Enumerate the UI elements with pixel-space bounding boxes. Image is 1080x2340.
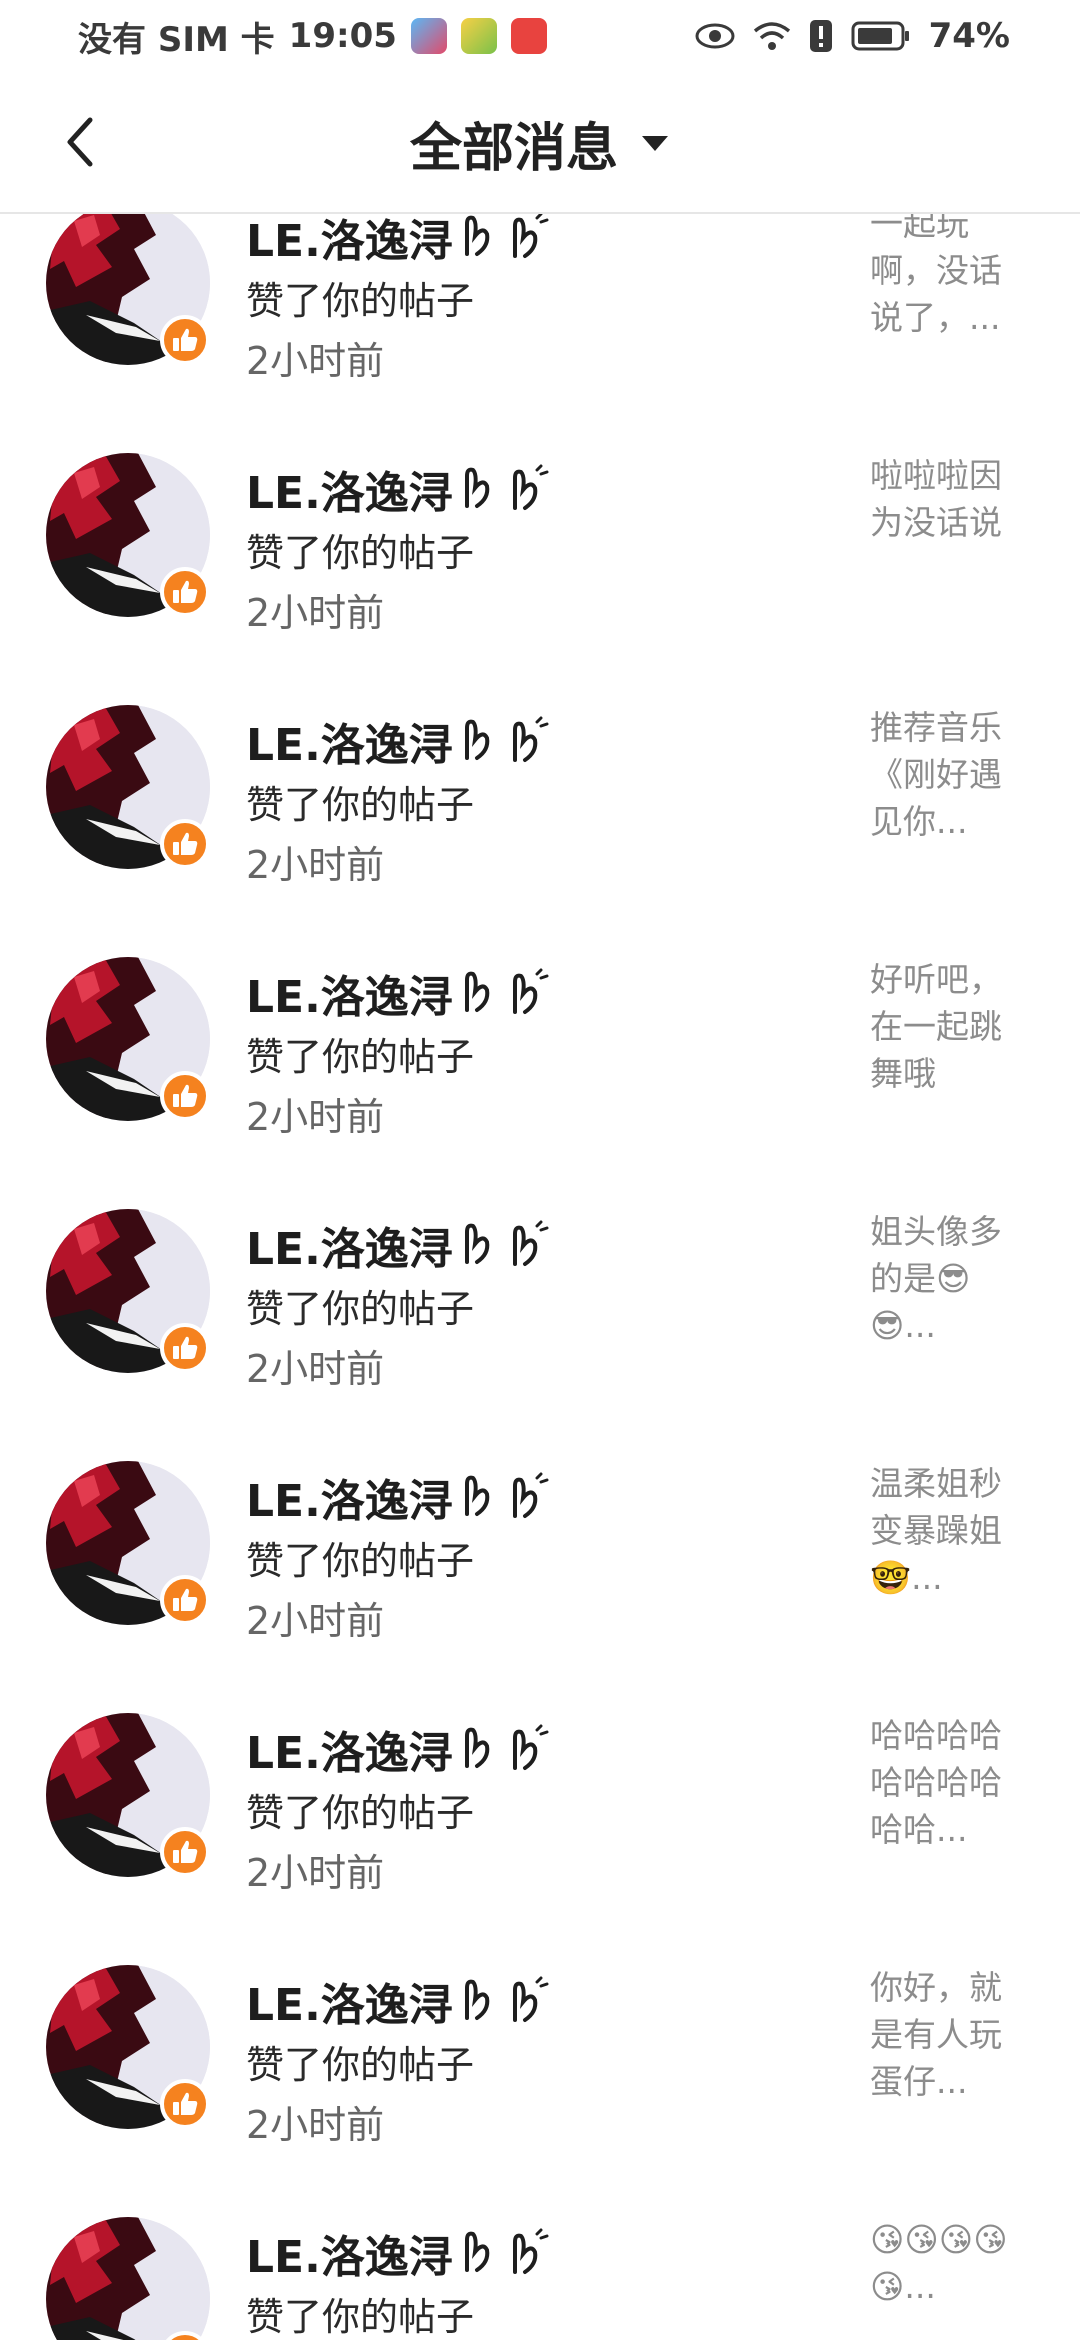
bunny-ears-emoji-icon xyxy=(464,1472,549,1518)
like-badge xyxy=(160,1575,210,1625)
thumbs-up-icon xyxy=(173,580,198,603)
bunny-ears-emoji-icon xyxy=(464,1220,549,1266)
notification-item[interactable]: LE.洛逸浔 赞了你的帖子 2小时前 温柔姐秒变暴躁姐🤓... xyxy=(0,1410,1080,1662)
wifi-icon xyxy=(753,22,790,50)
notification-item[interactable]: LE.洛逸浔 赞了你的帖子 2小时前 推荐音乐《刚好遇见你... xyxy=(0,654,1080,906)
timestamp: 2小时前 xyxy=(246,2103,385,2147)
bunny-ears-emoji-icon xyxy=(464,1976,549,2022)
post-snippet[interactable]: 好听吧，在一起跳舞哦 xyxy=(870,956,1020,1097)
notification-item[interactable]: LE.洛逸浔 赞了你的帖子 2小时前 哈哈哈哈哈哈哈哈哈哈... xyxy=(0,1662,1080,1914)
thumbs-up-icon xyxy=(173,832,198,855)
app-yellow-icon xyxy=(460,18,497,54)
user-name[interactable]: LE.洛逸浔 xyxy=(246,214,453,269)
notification-item[interactable]: LE.洛逸浔 赞了你的帖子 2小时前 😘😘😘😘😘... xyxy=(0,2166,1080,2340)
bunny-ears-emoji-icon xyxy=(464,968,549,1014)
eye-icon xyxy=(695,23,735,49)
like-badge xyxy=(160,1323,210,1373)
action-text: 赞了你的帖子 xyxy=(246,279,475,323)
action-text: 赞了你的帖子 xyxy=(246,1287,475,1331)
post-snippet[interactable]: 😘😘😘😘😘... xyxy=(870,2216,1020,2310)
timestamp: 2小时前 xyxy=(246,1851,385,1895)
status-bar: 没有 SIM 卡 19:05 74% xyxy=(0,0,1080,72)
thumbs-up-icon xyxy=(173,1588,198,1611)
user-name[interactable]: LE.洛逸浔 xyxy=(246,961,453,1025)
user-name[interactable]: LE.洛逸浔 xyxy=(246,1969,453,2033)
user-name[interactable]: LE.洛逸浔 xyxy=(246,2221,453,2285)
post-snippet[interactable]: 一起玩啊，没话说了，... xyxy=(870,214,1020,341)
like-badge xyxy=(160,2079,210,2129)
action-text: 赞了你的帖子 xyxy=(246,531,475,575)
alert-icon xyxy=(809,20,832,52)
message-filter-dropdown[interactable]: 全部消息 xyxy=(0,108,1080,179)
post-snippet[interactable]: 啦啦啦因为没话说 xyxy=(870,452,1020,546)
post-snippet[interactable]: 哈哈哈哈哈哈哈哈哈哈... xyxy=(870,1712,1020,1853)
like-badge xyxy=(160,567,210,617)
action-text: 赞了你的帖子 xyxy=(246,783,475,827)
caret-down-icon xyxy=(642,136,668,151)
header-bar: 全部消息 xyxy=(0,72,1080,214)
user-name[interactable]: LE.洛逸浔 xyxy=(246,1717,453,1781)
notification-item[interactable]: LE.洛逸浔 赞了你的帖子 2小时前 啦啦啦因为没话说 xyxy=(0,402,1080,654)
thumbs-up-icon xyxy=(173,1336,198,1359)
like-badge xyxy=(160,1827,210,1877)
notification-item[interactable]: LE.洛逸浔 赞了你的帖子 2小时前 你好，就是有人玩蛋仔... xyxy=(0,1914,1080,2166)
user-name[interactable]: LE.洛逸浔 xyxy=(246,1465,453,1529)
user-name[interactable]: LE.洛逸浔 xyxy=(246,457,453,521)
avatar-image xyxy=(46,2217,210,2340)
bunny-ears-emoji-icon xyxy=(464,1724,549,1770)
notification-item[interactable]: LE.洛逸浔 赞了你的帖子 2小时前 姐头像多的是😎😎... xyxy=(0,1158,1080,1410)
notification-item[interactable]: LE.洛逸浔 赞了你的帖子 2小时前 好听吧，在一起跳舞哦 xyxy=(0,906,1080,1158)
carrier-text: 没有 SIM 卡 xyxy=(78,19,275,60)
user-name[interactable]: LE.洛逸浔 xyxy=(246,1213,453,1277)
battery-icon xyxy=(851,21,909,51)
notification-list[interactable]: LE.洛逸浔 赞了你的帖子 2小时前 一起玩啊，没话说了，... LE.洛逸浔 … xyxy=(0,214,1080,2340)
action-text: 赞了你的帖子 xyxy=(246,1539,475,1583)
battery-percent: 74% xyxy=(928,16,1010,56)
post-snippet[interactable]: 你好，就是有人玩蛋仔... xyxy=(870,1964,1020,2105)
action-text: 赞了你的帖子 xyxy=(246,1791,475,1835)
bunny-ears-emoji-icon xyxy=(464,464,549,510)
bunny-ears-emoji-icon xyxy=(464,716,549,762)
timestamp: 2小时前 xyxy=(246,1095,385,1139)
thumbs-up-icon xyxy=(173,1840,198,1863)
post-snippet[interactable]: 姐头像多的是😎😎... xyxy=(870,1208,1020,1349)
thumbs-up-icon xyxy=(173,2092,198,2115)
post-snippet[interactable]: 推荐音乐《刚好遇见你... xyxy=(870,704,1020,845)
page-title: 全部消息 xyxy=(409,118,618,179)
action-text: 赞了你的帖子 xyxy=(246,2295,475,2339)
thumbs-up-icon xyxy=(173,328,198,351)
timestamp: 2小时前 xyxy=(246,1347,385,1391)
app-huawei-icon xyxy=(510,18,547,54)
avatar[interactable] xyxy=(46,2217,210,2340)
action-text: 赞了你的帖子 xyxy=(246,1035,475,1079)
clock: 19:05 xyxy=(288,16,397,56)
user-name[interactable]: LE.洛逸浔 xyxy=(246,709,453,773)
timestamp: 2小时前 xyxy=(246,591,385,635)
thumbs-up-icon xyxy=(173,1084,198,1107)
timestamp: 2小时前 xyxy=(246,339,385,383)
app-game-icon xyxy=(410,18,447,54)
bunny-ears-emoji-icon xyxy=(464,2228,549,2274)
action-text: 赞了你的帖子 xyxy=(246,2043,475,2087)
like-badge xyxy=(160,1071,210,1121)
like-badge xyxy=(160,315,210,365)
notification-item[interactable]: LE.洛逸浔 赞了你的帖子 2小时前 一起玩啊，没话说了，... xyxy=(0,214,1080,402)
timestamp: 2小时前 xyxy=(246,843,385,887)
bunny-ears-emoji-icon xyxy=(464,214,549,258)
timestamp: 2小时前 xyxy=(246,1599,385,1643)
post-snippet[interactable]: 温柔姐秒变暴躁姐🤓... xyxy=(870,1460,1020,1601)
like-badge xyxy=(160,819,210,869)
